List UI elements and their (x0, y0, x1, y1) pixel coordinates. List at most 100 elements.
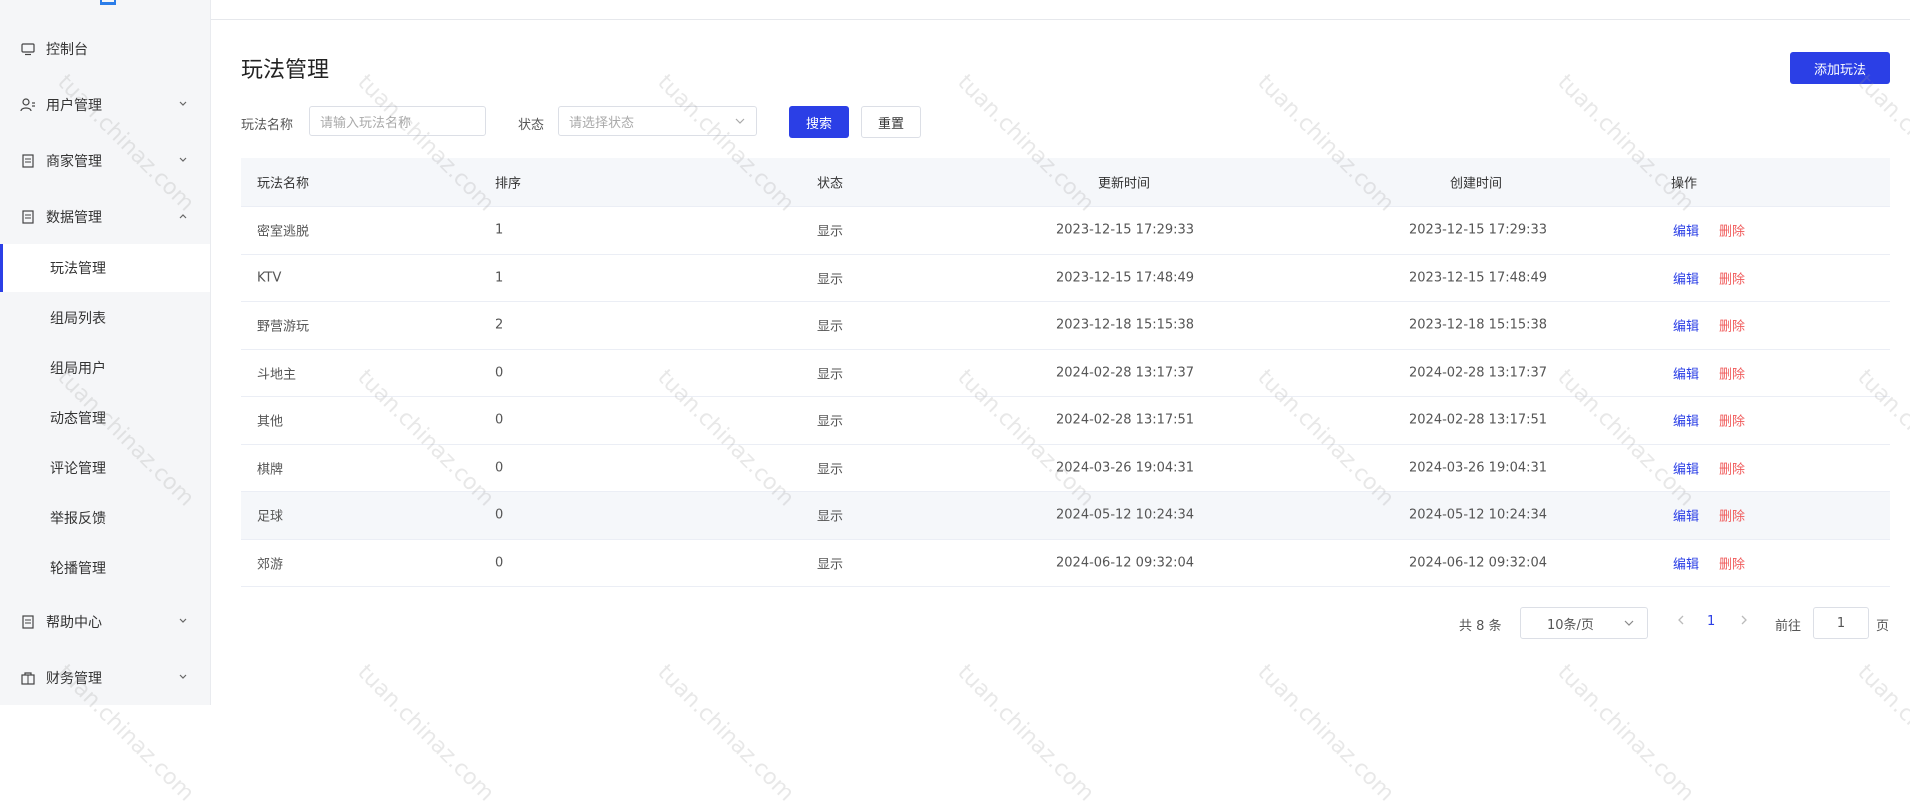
cell-updated: 2024-02-28 13:17:51 (1056, 412, 1195, 428)
search-button[interactable]: 搜索 (789, 106, 849, 138)
chevron-down-icon (178, 614, 188, 630)
document-icon (20, 209, 36, 225)
sidebar-item-finance[interactable]: 财务管理 (0, 658, 210, 698)
cell-name: 斗地主 (257, 367, 297, 383)
sidebar-item-help[interactable]: 帮助中心 (0, 602, 210, 642)
sidebar-item-users[interactable]: 用户管理 (0, 85, 210, 125)
cell-updated: 2024-03-26 19:04:31 (1056, 460, 1195, 476)
column-header-name: 玩法名称 (257, 176, 310, 192)
sidebar-subitem-carousel[interactable]: 轮播管理 (0, 544, 210, 592)
cell-sort: 0 (495, 507, 504, 523)
delete-link[interactable]: 删除 (1719, 363, 1745, 382)
status-filter-label: 状态 (518, 118, 545, 133)
chevron-down-icon (734, 115, 746, 131)
sidebar-subitem-label: 举报反馈 (50, 511, 106, 527)
sidebar-subitem-reports[interactable]: 举报反馈 (0, 494, 210, 542)
sidebar-item-label: 帮助中心 (46, 615, 102, 631)
cell-created: 2024-02-28 13:17:51 (1409, 412, 1548, 428)
delete-link[interactable]: 删除 (1719, 221, 1745, 240)
add-play-button[interactable]: 添加玩法 (1790, 52, 1890, 84)
reset-button[interactable]: 重置 (861, 106, 921, 138)
cell-name: KTV (257, 270, 282, 286)
cell-status: 显示 (817, 509, 844, 525)
cell-name: 密室逃脱 (257, 224, 310, 240)
cell-sort: 0 (495, 412, 504, 428)
delete-link[interactable]: 删除 (1719, 506, 1745, 525)
sidebar-item-label: 商家管理 (46, 154, 102, 170)
name-filter-label: 玩法名称 (241, 118, 294, 133)
column-header-sort: 排序 (495, 176, 522, 192)
edit-link[interactable]: 编辑 (1673, 221, 1699, 240)
sidebar-item-dashboard[interactable]: 控制台 (0, 29, 210, 69)
sidebar-subitem-group-list[interactable]: 组局列表 (0, 294, 210, 342)
cell-name: 棋牌 (257, 462, 284, 478)
edit-link[interactable]: 编辑 (1673, 268, 1699, 287)
sidebar-item-data[interactable]: 数据管理 (0, 197, 210, 237)
sidebar-subitem-label: 组局列表 (50, 311, 106, 327)
top-header (211, 0, 1910, 20)
goto-page-input[interactable]: 1 (1813, 607, 1869, 639)
chevron-down-icon (178, 670, 188, 686)
cell-updated: 2024-02-28 13:17:37 (1056, 365, 1195, 381)
status-select-placeholder: 请选择状态 (569, 115, 635, 131)
edit-link[interactable]: 编辑 (1673, 363, 1699, 382)
chevron-up-icon (178, 209, 188, 225)
prev-page-icon[interactable] (1676, 614, 1686, 630)
cell-sort: 1 (495, 222, 504, 238)
document-icon (20, 614, 36, 630)
sidebar-subitem-play-management[interactable]: 玩法管理 (0, 244, 210, 292)
delete-link[interactable]: 删除 (1719, 553, 1745, 572)
edit-link[interactable]: 编辑 (1673, 506, 1699, 525)
sidebar-item-label: 控制台 (46, 42, 88, 58)
cell-created: 2024-02-28 13:17:37 (1409, 365, 1548, 381)
edit-link[interactable]: 编辑 (1673, 316, 1699, 335)
page-number-current[interactable]: 1 (1707, 614, 1715, 629)
watermark-text: tuan.chinaz.com (952, 660, 1099, 806)
table-row: 郊游 0 显示 2024-06-12 09:32:04 2024-06-12 0… (241, 540, 1890, 587)
sidebar-item-label: 用户管理 (46, 98, 102, 114)
sidebar-item-label: 数据管理 (46, 210, 102, 226)
watermark-text: tuan.chinaz.com (652, 660, 799, 806)
sidebar-subitem-moments[interactable]: 动态管理 (0, 394, 210, 442)
goto-label: 前往 (1775, 619, 1802, 634)
cell-created: 2024-05-12 10:24:34 (1409, 507, 1548, 523)
cell-updated: 2023-12-18 15:15:38 (1056, 317, 1195, 333)
sidebar-item-merchants[interactable]: 商家管理 (0, 141, 210, 181)
column-header-actions: 操作 (1671, 176, 1698, 192)
page-suffix-label: 页 (1876, 619, 1890, 634)
sidebar-subitem-comments[interactable]: 评论管理 (0, 444, 210, 492)
status-select[interactable]: 请选择状态 (558, 106, 757, 136)
edit-link[interactable]: 编辑 (1673, 458, 1699, 477)
cell-created: 2024-03-26 19:04:31 (1409, 460, 1548, 476)
table-row: 斗地主 0 显示 2024-02-28 13:17:37 2024-02-28 … (241, 350, 1890, 397)
cell-status: 显示 (817, 319, 844, 335)
table-header: 玩法名称 排序 状态 更新时间 创建时间 操作 (241, 158, 1890, 207)
sidebar-item-label: 财务管理 (46, 671, 102, 687)
cell-sort: 0 (495, 460, 504, 476)
cell-updated: 2023-12-15 17:29:33 (1056, 222, 1195, 238)
watermark-text: tuan.chinaz.com (1552, 660, 1699, 806)
cell-created: 2023-12-15 17:48:49 (1409, 270, 1548, 286)
name-search-input[interactable]: 请输入玩法名称 (309, 106, 486, 136)
cell-sort: 1 (495, 270, 504, 286)
cell-name: 野营游玩 (257, 319, 310, 335)
sidebar-subitem-group-users[interactable]: 组局用户 (0, 344, 210, 392)
sidebar-subitem-label: 评论管理 (50, 461, 106, 477)
cell-name: 其他 (257, 414, 284, 430)
delete-link[interactable]: 删除 (1719, 268, 1745, 287)
delete-link[interactable]: 删除 (1719, 458, 1745, 477)
next-page-icon[interactable] (1739, 614, 1749, 630)
cell-created: 2023-12-15 17:29:33 (1409, 222, 1548, 238)
sidebar-subitem-label: 组局用户 (50, 361, 106, 377)
sidebar-subitem-label: 轮播管理 (50, 561, 106, 577)
cell-updated: 2023-12-15 17:48:49 (1056, 270, 1195, 286)
table-row: 棋牌 0 显示 2024-03-26 19:04:31 2024-03-26 1… (241, 445, 1890, 492)
delete-link[interactable]: 删除 (1719, 316, 1745, 335)
document-icon (20, 153, 36, 169)
delete-link[interactable]: 删除 (1719, 411, 1745, 430)
edit-link[interactable]: 编辑 (1673, 553, 1699, 572)
cell-updated: 2024-06-12 09:32:04 (1056, 555, 1195, 571)
page-size-select[interactable]: 10条/页 (1520, 607, 1648, 639)
edit-link[interactable]: 编辑 (1673, 411, 1699, 430)
cell-sort: 0 (495, 365, 504, 381)
